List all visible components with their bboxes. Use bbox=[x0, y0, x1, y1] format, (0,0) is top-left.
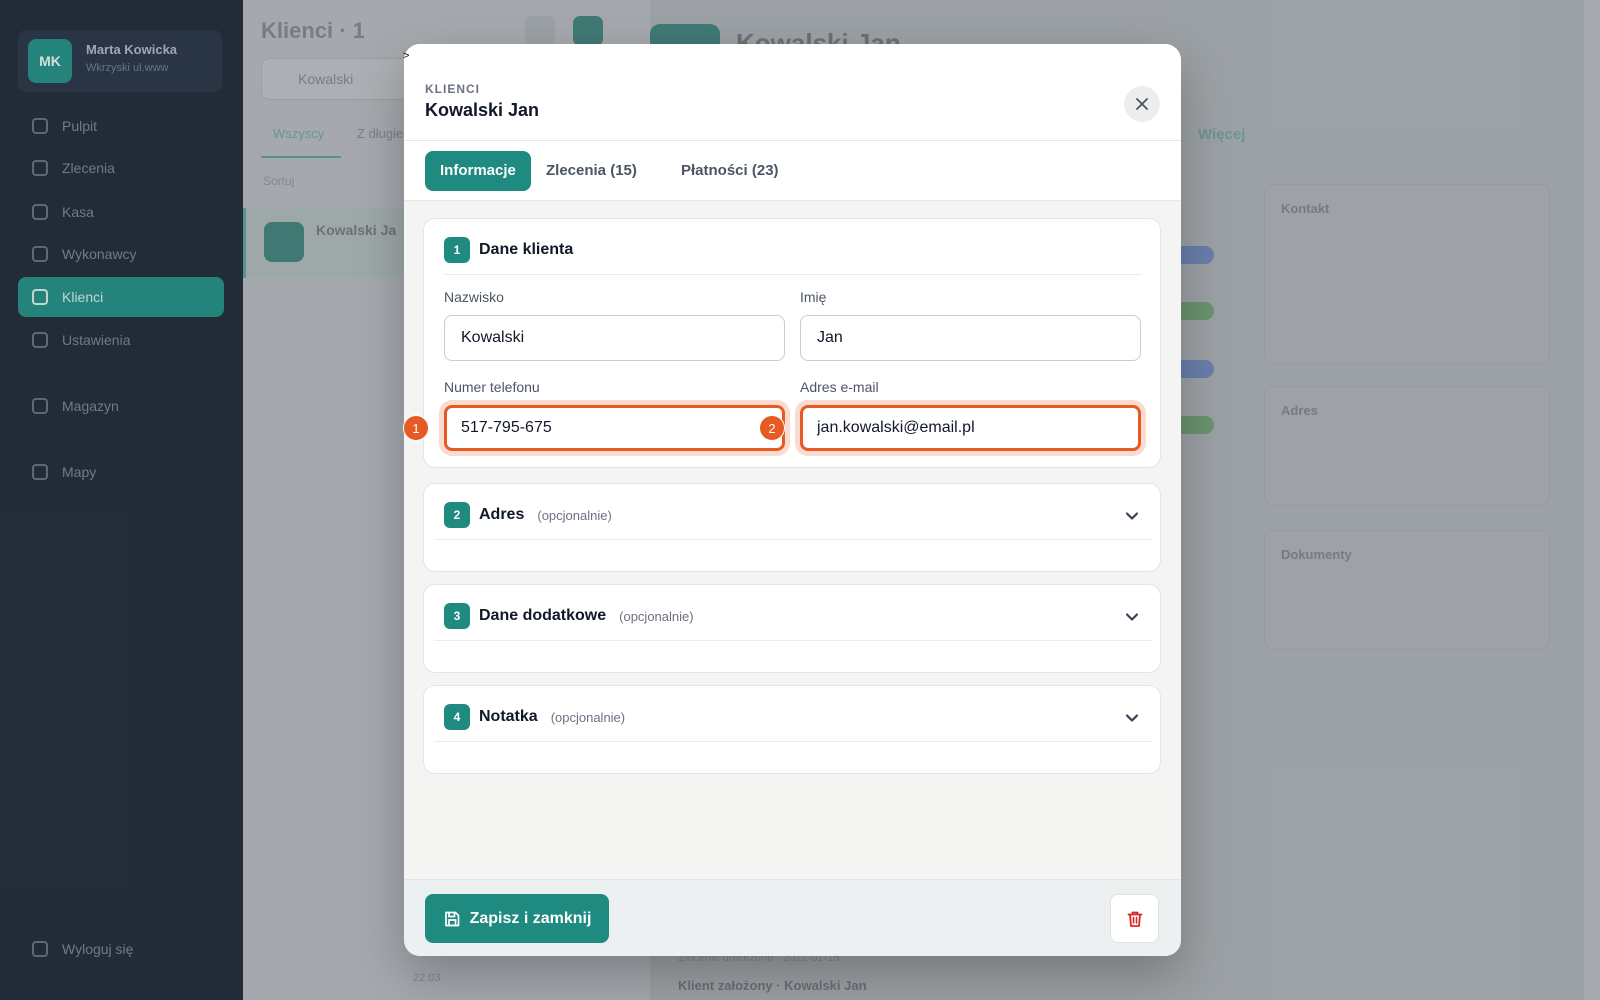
save-and-close-button[interactable]: Zapisz i zamknij bbox=[425, 894, 609, 943]
delete-button[interactable] bbox=[1110, 894, 1159, 943]
section-title: Dane klienta bbox=[479, 241, 574, 258]
section-header: 1 Dane klienta bbox=[444, 237, 573, 263]
section-optional: (opcjonalnie) bbox=[619, 608, 694, 624]
email-label: Adres e-mail bbox=[800, 379, 879, 395]
trash-icon bbox=[1127, 911, 1142, 927]
annotation-marker-2: 2 bbox=[759, 415, 785, 441]
chevron-down-icon[interactable] bbox=[1123, 608, 1141, 626]
email-field[interactable] bbox=[800, 405, 1141, 451]
lastname-label: Nazwisko bbox=[444, 289, 504, 305]
save-button-label: Zapisz i zamknij bbox=[469, 909, 592, 927]
section-divider bbox=[434, 741, 1152, 742]
client-modal: KLIENCI Kowalski Jan Informacje Zlecenia… bbox=[404, 44, 1181, 956]
close-icon bbox=[1136, 98, 1148, 110]
section-notatka[interactable]: 4 Notatka (opcjonalnie) bbox=[423, 685, 1161, 774]
firstname-label: Imię bbox=[800, 289, 827, 305]
phone-field[interactable] bbox=[444, 405, 785, 451]
section-header: 2 Adres (opcjonalnie) bbox=[444, 502, 612, 528]
section-number: 3 bbox=[444, 603, 470, 629]
chevron-down-icon[interactable] bbox=[1123, 709, 1141, 727]
section-adres[interactable]: 2 Adres (opcjonalnie) bbox=[423, 483, 1161, 572]
section-number: 2 bbox=[444, 502, 470, 528]
modal-title: Kowalski Jan bbox=[425, 100, 540, 120]
phone-label: Numer telefonu bbox=[444, 379, 540, 395]
firstname-field[interactable] bbox=[800, 315, 1141, 361]
section-number: 1 bbox=[444, 237, 470, 263]
section-optional: (opcjonalnie) bbox=[537, 507, 612, 523]
section-header: 4 Notatka (opcjonalnie) bbox=[444, 704, 625, 730]
close-button[interactable] bbox=[1124, 86, 1160, 122]
section-title: Dane dodatkowe bbox=[479, 607, 607, 624]
section-dane-dodatkowe[interactable]: 3 Dane dodatkowe (opcjonalnie) bbox=[423, 584, 1161, 673]
mouse-cursor: > bbox=[403, 50, 410, 62]
modal-footer: Zapisz i zamknij bbox=[404, 879, 1181, 956]
modal-header: KLIENCI Kowalski Jan bbox=[404, 44, 1181, 141]
section-dane-klienta: 1 Dane klienta Nazwisko Imię Numer telef… bbox=[423, 218, 1161, 468]
annotation-marker-1: 1 bbox=[403, 415, 429, 441]
section-divider bbox=[434, 539, 1152, 540]
modal-tabs: Informacje Zlecenia (15) Płatności (23) bbox=[404, 141, 1181, 201]
chevron-down-icon[interactable] bbox=[1123, 507, 1141, 525]
save-icon bbox=[444, 911, 459, 926]
section-optional: (opcjonalnie) bbox=[550, 709, 626, 725]
tab-informacje[interactable]: Informacje bbox=[425, 151, 531, 191]
section-header: 3 Dane dodatkowe (opcjonalnie) bbox=[444, 603, 694, 629]
section-title: Adres bbox=[479, 506, 525, 523]
section-divider bbox=[444, 274, 1142, 275]
lastname-field[interactable] bbox=[444, 315, 785, 361]
section-divider bbox=[434, 640, 1152, 641]
section-number: 4 bbox=[444, 704, 470, 730]
tab-platnosci[interactable]: Płatności (23) bbox=[666, 151, 794, 191]
tab-zlecenia[interactable]: Zlecenia (15) bbox=[531, 151, 652, 191]
modal-eyebrow: KLIENCI bbox=[425, 82, 480, 96]
section-title: Notatka bbox=[479, 708, 538, 725]
